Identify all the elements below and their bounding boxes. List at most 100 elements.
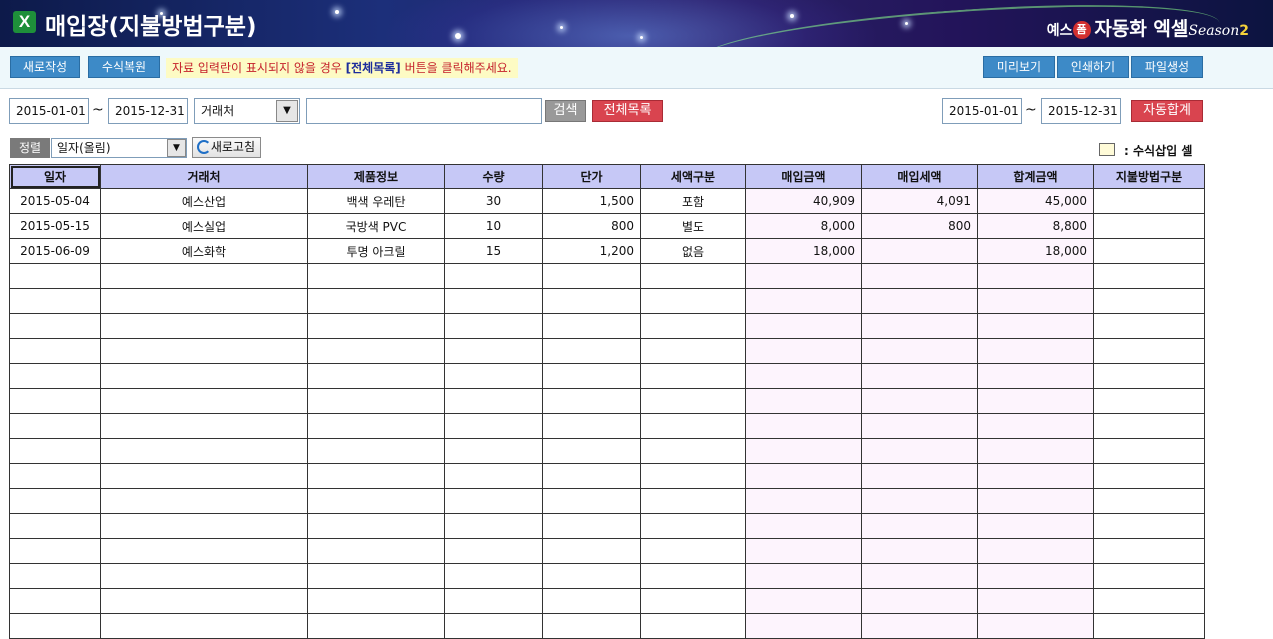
table-cell[interactable]: 8,800 bbox=[977, 213, 1094, 239]
table-cell[interactable] bbox=[861, 238, 978, 264]
table-cell[interactable] bbox=[444, 263, 543, 289]
table-cell[interactable]: 2015-05-15 bbox=[9, 213, 101, 239]
table-cell[interactable] bbox=[307, 388, 445, 414]
table-cell[interactable] bbox=[640, 388, 746, 414]
table-cell[interactable] bbox=[861, 513, 978, 539]
table-cell[interactable] bbox=[100, 488, 308, 514]
table-cell[interactable] bbox=[100, 263, 308, 289]
table-cell[interactable] bbox=[745, 488, 862, 514]
table-cell[interactable] bbox=[745, 563, 862, 589]
table-cell[interactable]: 예스실업 bbox=[100, 213, 308, 239]
all-list-button[interactable]: 전체목록 bbox=[592, 100, 663, 122]
table-cell[interactable] bbox=[542, 488, 641, 514]
table-cell[interactable] bbox=[977, 263, 1094, 289]
table-cell[interactable] bbox=[861, 438, 978, 464]
table-cell[interactable] bbox=[861, 538, 978, 564]
table-cell[interactable] bbox=[9, 313, 101, 339]
table-cell[interactable] bbox=[9, 588, 101, 614]
chevron-down-icon[interactable]: ▼ bbox=[167, 139, 186, 157]
table-cell[interactable] bbox=[307, 588, 445, 614]
table-cell[interactable] bbox=[1093, 288, 1205, 314]
table-cell[interactable]: 투명 아크릴 bbox=[307, 238, 445, 264]
table-cell[interactable] bbox=[542, 338, 641, 364]
refresh-button[interactable]: 새로고침 bbox=[192, 137, 261, 158]
table-cell[interactable] bbox=[1093, 213, 1205, 239]
table-cell[interactable]: 2015-06-09 bbox=[9, 238, 101, 264]
table-cell[interactable] bbox=[977, 288, 1094, 314]
table-cell[interactable] bbox=[307, 313, 445, 339]
table-cell[interactable] bbox=[861, 463, 978, 489]
export-file-button[interactable]: 파일생성 bbox=[1131, 56, 1203, 78]
table-cell[interactable] bbox=[542, 463, 641, 489]
table-cell[interactable] bbox=[640, 588, 746, 614]
table-cell[interactable] bbox=[100, 313, 308, 339]
table-cell[interactable] bbox=[1093, 588, 1205, 614]
table-cell[interactable] bbox=[1093, 338, 1205, 364]
table-cell[interactable] bbox=[444, 588, 543, 614]
table-cell[interactable] bbox=[861, 563, 978, 589]
table-cell[interactable] bbox=[1093, 188, 1205, 214]
table-cell[interactable] bbox=[640, 313, 746, 339]
table-cell[interactable] bbox=[861, 288, 978, 314]
table-cell[interactable]: 예스산업 bbox=[100, 188, 308, 214]
table-cell[interactable] bbox=[542, 438, 641, 464]
table-cell[interactable] bbox=[977, 513, 1094, 539]
table-cell[interactable] bbox=[1093, 263, 1205, 289]
table-cell[interactable] bbox=[1093, 438, 1205, 464]
table-cell[interactable] bbox=[745, 463, 862, 489]
table-cell[interactable]: 1,500 bbox=[542, 188, 641, 214]
table-cell[interactable] bbox=[1093, 463, 1205, 489]
table-cell[interactable] bbox=[640, 563, 746, 589]
table-cell[interactable] bbox=[9, 488, 101, 514]
table-cell[interactable]: 10 bbox=[444, 213, 543, 239]
table-cell[interactable]: 8,000 bbox=[745, 213, 862, 239]
table-cell[interactable] bbox=[307, 363, 445, 389]
table-cell[interactable] bbox=[745, 363, 862, 389]
table-cell[interactable] bbox=[1093, 363, 1205, 389]
sum-end-date-input[interactable]: 2015-12-31 bbox=[1041, 98, 1121, 124]
table-cell[interactable] bbox=[861, 263, 978, 289]
table-cell[interactable] bbox=[745, 438, 862, 464]
table-cell[interactable] bbox=[861, 338, 978, 364]
table-cell[interactable] bbox=[100, 338, 308, 364]
table-cell[interactable] bbox=[977, 588, 1094, 614]
table-cell[interactable]: 45,000 bbox=[977, 188, 1094, 214]
table-cell[interactable] bbox=[1093, 313, 1205, 339]
column-header[interactable]: 단가 bbox=[542, 164, 641, 189]
table-cell[interactable] bbox=[9, 438, 101, 464]
table-cell[interactable] bbox=[100, 463, 308, 489]
start-date-input[interactable]: 2015-01-01 bbox=[9, 98, 89, 124]
table-cell[interactable] bbox=[861, 363, 978, 389]
table-cell[interactable] bbox=[100, 588, 308, 614]
table-cell[interactable]: 4,091 bbox=[861, 188, 978, 214]
table-cell[interactable] bbox=[307, 563, 445, 589]
table-cell[interactable] bbox=[640, 413, 746, 439]
table-cell[interactable] bbox=[1093, 563, 1205, 589]
table-cell[interactable] bbox=[542, 288, 641, 314]
table-cell[interactable] bbox=[745, 538, 862, 564]
table-cell[interactable] bbox=[444, 338, 543, 364]
table-cell[interactable] bbox=[307, 413, 445, 439]
table-cell[interactable] bbox=[444, 438, 543, 464]
table-cell[interactable]: 800 bbox=[542, 213, 641, 239]
table-cell[interactable] bbox=[100, 563, 308, 589]
table-cell[interactable] bbox=[745, 588, 862, 614]
table-cell[interactable] bbox=[745, 288, 862, 314]
column-header[interactable]: 제품정보 bbox=[307, 164, 445, 189]
table-cell[interactable] bbox=[745, 263, 862, 289]
table-cell[interactable]: 포함 bbox=[640, 188, 746, 214]
table-cell[interactable] bbox=[307, 263, 445, 289]
table-cell[interactable]: 15 bbox=[444, 238, 543, 264]
table-cell[interactable]: 30 bbox=[444, 188, 543, 214]
new-button[interactable]: 새로작성 bbox=[10, 56, 80, 78]
table-cell[interactable] bbox=[444, 513, 543, 539]
table-cell[interactable] bbox=[542, 313, 641, 339]
column-header[interactable]: 세액구분 bbox=[640, 164, 746, 189]
column-header[interactable]: 지불방법구분 bbox=[1093, 164, 1205, 189]
end-date-input[interactable]: 2015-12-31 bbox=[108, 98, 188, 124]
table-cell[interactable] bbox=[1093, 388, 1205, 414]
table-cell[interactable] bbox=[444, 413, 543, 439]
column-header[interactable]: 수량 bbox=[444, 164, 543, 189]
table-cell[interactable] bbox=[9, 463, 101, 489]
table-cell[interactable] bbox=[1093, 538, 1205, 564]
